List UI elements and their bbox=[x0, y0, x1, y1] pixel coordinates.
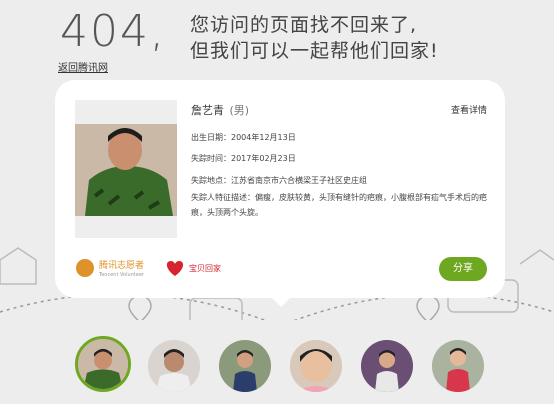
tencent-volunteer-logo: 腾讯志愿者 Tencent Volunteer bbox=[76, 259, 145, 278]
person-gender: (男) bbox=[229, 104, 250, 117]
share-button[interactable]: 分享 bbox=[439, 257, 487, 281]
missing-place: 失踪地点：江苏省南京市六合横梁王子社区史庄组 bbox=[191, 176, 367, 185]
thumbnail-child-3[interactable] bbox=[219, 340, 271, 392]
thumbnail-child-6[interactable] bbox=[432, 340, 484, 392]
view-details-link[interactable]: 查看详情 bbox=[451, 103, 487, 116]
svg-text:宝贝回家: 宝贝回家 bbox=[189, 263, 221, 273]
card-pointer bbox=[271, 297, 291, 307]
features-description: 失踪人特征描述：偏瘦，皮肤较黄，头顶有缝针的疤痕，小腹根部有疝气手术后的疤痕，头… bbox=[191, 193, 487, 217]
error-message-line2: 但我们可以一起帮他们回家! bbox=[190, 40, 439, 62]
error-code: 404, bbox=[60, 6, 166, 57]
error-message-line1: 您访问的页面找不回来了, bbox=[190, 14, 418, 36]
birth-date: 出生日期：2004年12月13日 bbox=[191, 133, 296, 142]
baobei-huijia-logo: 宝贝回家 bbox=[166, 261, 221, 276]
error-message: 您访问的页面找不回来了, 但我们可以一起帮他们回家! bbox=[190, 12, 439, 64]
thumbnail-child-1[interactable] bbox=[75, 336, 131, 392]
thumbnail-child-2[interactable] bbox=[148, 340, 200, 392]
thumbnail-child-5[interactable] bbox=[361, 340, 413, 392]
missing-person-card: 詹艺青 (男) 查看详情 出生日期：2004年12月13日 失踪时间：2017年… bbox=[55, 80, 505, 298]
missing-time: 失踪时间：2017年02月23日 bbox=[191, 154, 296, 163]
thumbnail-strip bbox=[0, 336, 554, 404]
person-photo bbox=[75, 100, 177, 238]
person-name-row: 詹艺青 (男) bbox=[191, 102, 249, 118]
person-name: 詹艺青 bbox=[191, 104, 224, 117]
svg-text:腾讯志愿者: 腾讯志愿者 bbox=[99, 259, 144, 271]
thumbnail-child-4[interactable] bbox=[290, 340, 342, 392]
svg-text:Tencent Volunteer: Tencent Volunteer bbox=[98, 272, 145, 278]
back-to-tencent-link[interactable]: 返回腾讯网 bbox=[58, 59, 108, 74]
